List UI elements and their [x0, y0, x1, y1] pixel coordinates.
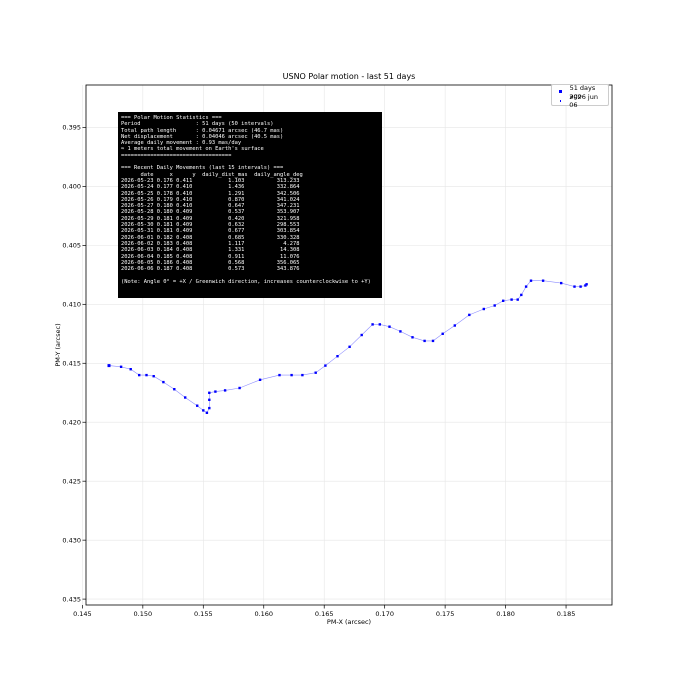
data-point	[196, 404, 199, 407]
legend-label-end: 2026 jun 06	[569, 92, 598, 109]
data-point	[399, 330, 402, 333]
data-point	[378, 323, 381, 326]
stats-line: (Note: Angle 0° = +X / Greenwich directi…	[121, 278, 371, 285]
data-point	[529, 279, 533, 282]
x-tick-label: 0.175	[436, 610, 455, 618]
data-point	[138, 373, 141, 377]
data-point	[573, 285, 576, 288]
y-tick-label: 0.400	[62, 183, 81, 191]
data-point	[202, 409, 205, 412]
y-tick-label: 0.435	[62, 595, 81, 603]
y-tick-label: 0.410	[62, 301, 81, 309]
data-point	[541, 279, 545, 282]
data-point	[278, 373, 281, 377]
data-point	[173, 388, 176, 391]
data-point	[524, 285, 528, 288]
x-tick-label: 0.180	[496, 610, 515, 618]
data-point	[453, 324, 456, 327]
data-point	[162, 380, 165, 384]
data-point	[560, 281, 563, 285]
legend-marker-start	[559, 90, 562, 93]
data-point	[208, 398, 211, 401]
x-tick-label: 0.170	[375, 610, 394, 618]
data-point	[184, 396, 187, 399]
data-point	[238, 386, 241, 390]
data-point	[223, 389, 227, 392]
data-point	[145, 373, 148, 377]
data-point	[152, 375, 155, 378]
data-point	[388, 325, 391, 328]
data-point	[258, 378, 262, 381]
data-point	[324, 364, 327, 367]
data-point	[348, 345, 351, 348]
data-point	[516, 298, 519, 301]
y-tick-label: 0.405	[62, 242, 81, 250]
statistics-text-box: === Polar Motion Statistics === Period : …	[118, 112, 382, 298]
data-point	[107, 364, 111, 368]
data-point	[579, 285, 582, 288]
x-tick-label: 0.160	[254, 610, 273, 618]
data-point	[119, 365, 123, 368]
data-point	[441, 332, 444, 335]
data-point	[585, 283, 588, 286]
data-point	[208, 391, 211, 394]
data-point	[493, 304, 496, 307]
data-point	[301, 373, 304, 377]
y-tick-label: 0.430	[62, 536, 81, 544]
data-point	[290, 373, 293, 377]
chart-title: USNO Polar motion - last 51 days	[283, 72, 416, 81]
x-tick-label: 0.185	[557, 610, 576, 618]
data-point	[411, 336, 414, 339]
y-tick-label: 0.425	[62, 477, 81, 485]
data-point	[502, 299, 505, 302]
data-point	[129, 368, 132, 371]
data-point	[205, 411, 209, 414]
legend-entry-end: 2026 jun 06	[556, 93, 604, 109]
legend: 51 days ago 2026 jun 06	[551, 84, 609, 109]
legend-marker-end	[559, 99, 562, 102]
data-point	[482, 307, 485, 311]
data-point	[510, 298, 513, 301]
data-point	[431, 339, 435, 343]
y-tick-label: 0.415	[62, 360, 81, 368]
y-axis-label: PM-Y (arcsec)	[54, 323, 62, 366]
data-point	[214, 390, 217, 393]
x-tick-label: 0.155	[194, 610, 213, 618]
x-tick-label: 0.165	[315, 610, 334, 618]
data-point	[314, 371, 317, 374]
data-point	[371, 323, 374, 326]
data-point	[423, 339, 426, 343]
data-point	[468, 313, 471, 317]
x-tick-label: 0.150	[134, 610, 153, 618]
data-point	[360, 333, 363, 337]
x-tick-label: 0.145	[73, 610, 92, 618]
data-point	[208, 406, 211, 410]
data-point	[520, 293, 523, 297]
x-axis-label: PM-X (arcsec)	[327, 618, 371, 626]
y-tick-label: 0.395	[62, 124, 81, 132]
y-tick-label: 0.420	[62, 419, 81, 427]
data-point	[336, 355, 339, 358]
